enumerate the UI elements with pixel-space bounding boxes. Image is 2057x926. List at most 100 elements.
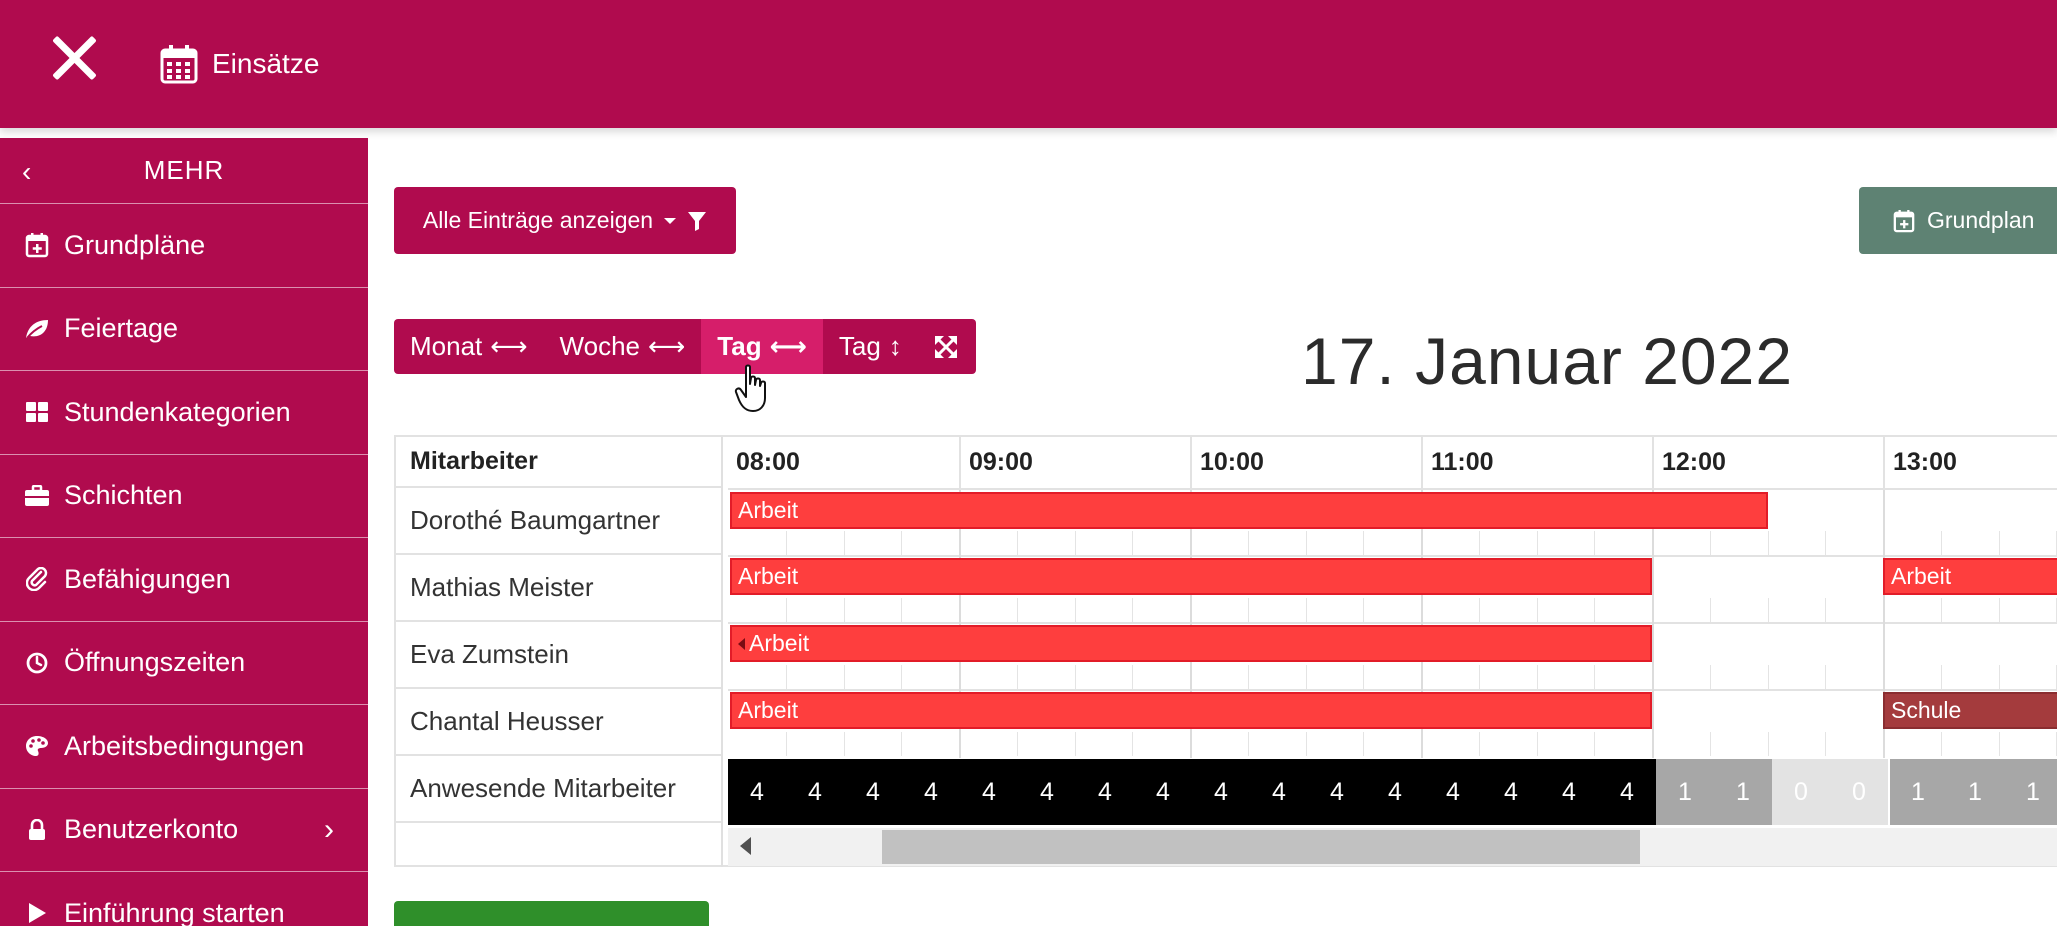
- horizontal-scrollbar[interactable]: [728, 828, 2057, 866]
- sidebar-item-label: Arbeitsbedingungen: [64, 730, 305, 761]
- paperclip-icon: [24, 566, 50, 592]
- calendar-plus-icon: [1893, 209, 1915, 232]
- employee-name: Chantal Heusser: [396, 689, 721, 756]
- grundplan-button[interactable]: Grundplan: [1859, 187, 2057, 254]
- main-content: Alle Einträge anzeigen Grundplan Monat ⟷…: [368, 128, 2057, 926]
- present-count-cell: 4: [844, 759, 902, 825]
- present-count-cell: 4: [960, 759, 1018, 825]
- close-icon[interactable]: [46, 30, 102, 86]
- chevron-left-icon[interactable]: ‹: [22, 156, 32, 188]
- hour-header: 13:00: [1883, 437, 2057, 488]
- grid-icon: [24, 399, 50, 425]
- timeline: 08:00 09:00 10:00 11:00 12:00 13:00 Arbe…: [728, 437, 2057, 867]
- calendar-plus-icon: [24, 232, 50, 258]
- sidebar-item-label: Öffnungszeiten: [64, 647, 246, 678]
- view-month-label: Monat: [410, 331, 483, 361]
- view-day-horizontal-label: Tag: [717, 331, 762, 361]
- hand-cursor-icon: [734, 364, 766, 412]
- green-action-button[interactable]: [394, 901, 709, 926]
- present-count-cell: 4: [1250, 759, 1308, 825]
- entry-label: Schule: [1891, 697, 1962, 723]
- scroll-left-arrow-icon[interactable]: [740, 837, 751, 855]
- entry-bar-school[interactable]: Schule: [1883, 692, 2057, 729]
- resize-handle-icon[interactable]: [738, 637, 745, 650]
- present-count-cell: 4: [1076, 759, 1134, 825]
- filter-icon: [688, 211, 707, 231]
- schedule-grid: Mitarbeiter Dorothé Baumgartner Mathias …: [394, 435, 2057, 867]
- sidebar-item-label: Befähigungen: [64, 563, 231, 594]
- present-count-cell: 4: [728, 759, 786, 825]
- sidebar-item-stundenkategorien[interactable]: Stundenkategorien: [0, 371, 368, 455]
- fullscreen-button[interactable]: [918, 319, 976, 374]
- hour-header: 08:00: [736, 448, 800, 476]
- employee-column-header: Mitarbeiter: [396, 437, 721, 488]
- present-count-cell: 1: [1656, 759, 1714, 825]
- employee-name: Eva Zumstein: [396, 622, 721, 689]
- sidebar-item-benutzerkonto[interactable]: Benutzerkonto ›: [0, 789, 368, 872]
- date-title: 17. Januar 2022: [1301, 324, 1794, 398]
- entry-label: Arbeit: [738, 497, 799, 523]
- present-count-cell: 4: [1192, 759, 1250, 825]
- present-counts-row: 44444444444444441100111: [728, 759, 2057, 825]
- present-count-cell: 4: [1366, 759, 1424, 825]
- present-count-cell: 4: [902, 759, 960, 825]
- present-count-cell: 4: [1424, 759, 1482, 825]
- caret-down-icon: [664, 217, 677, 224]
- sidebar-item-grundplaene[interactable]: Grundpläne: [0, 204, 368, 288]
- entry-bar-work[interactable]: Arbeit: [730, 492, 1768, 529]
- sidebar-item-feiertage[interactable]: Feiertage: [0, 288, 368, 371]
- lock-icon: [24, 817, 50, 843]
- sidebar-item-schichten[interactable]: Schichten: [0, 455, 368, 538]
- present-count-cell: 1: [2004, 759, 2057, 825]
- briefcase-icon: [24, 483, 50, 509]
- entry-label: Arbeit: [1891, 563, 1952, 589]
- play-icon: [24, 900, 50, 926]
- calendar-icon: [160, 45, 198, 84]
- palette-icon: [24, 733, 50, 759]
- sidebar: ‹ MEHR Grundpläne Feiertage Stundenkateg…: [0, 138, 368, 926]
- scroll-thumb[interactable]: [882, 830, 1640, 864]
- sidebar-item-label: Feiertage: [64, 313, 179, 344]
- filter-dropdown-button[interactable]: Alle Einträge anzeigen: [394, 187, 736, 254]
- view-week-button[interactable]: Woche ⟷: [544, 319, 702, 374]
- sidebar-item-label: Benutzerkonto: [64, 814, 239, 845]
- entry-bar-work[interactable]: Arbeit: [730, 692, 1652, 729]
- sidebar-header[interactable]: ‹ MEHR: [0, 138, 368, 204]
- view-switcher: Monat ⟷ Woche ⟷ Tag ⟷ Tag ↕: [394, 319, 976, 374]
- sidebar-item-einfuehrung-starten[interactable]: Einführung starten: [0, 872, 368, 926]
- present-count-cell: 1: [1946, 759, 2004, 825]
- filter-button-label: Alle Einträge anzeigen: [422, 207, 654, 233]
- view-day-vertical-button[interactable]: Tag ↕: [823, 319, 918, 374]
- entry-label: Arbeit: [738, 563, 799, 589]
- hour-header: 12:00: [1652, 437, 1883, 488]
- present-employees-label: Anwesende Mitarbeiter: [396, 756, 721, 823]
- present-count-cell: 1: [1888, 759, 1946, 825]
- arrows-horizontal-icon: ⟷: [648, 331, 686, 361]
- employee-name: Dorothé Baumgartner: [396, 488, 721, 555]
- entry-label: Arbeit: [749, 630, 810, 656]
- employee-column: Mitarbeiter Dorothé Baumgartner Mathias …: [396, 437, 723, 867]
- sidebar-item-label: Stundenkategorien: [64, 396, 291, 427]
- app-title: Einsätze: [160, 40, 319, 88]
- employee-name: Mathias Meister: [396, 555, 721, 622]
- clock-icon: [24, 650, 50, 676]
- entry-bar-work[interactable]: Arbeit: [1883, 558, 2057, 595]
- expand-icon: [934, 335, 957, 358]
- sidebar-item-befaehigungen[interactable]: Befähigungen: [0, 538, 368, 622]
- entry-bar-work[interactable]: Arbeit: [730, 558, 1652, 595]
- sidebar-item-label: Grundpläne: [64, 229, 206, 260]
- top-bar: Einsätze: [0, 0, 2057, 128]
- hour-header: 11:00: [1421, 437, 1652, 488]
- view-month-button[interactable]: Monat ⟷: [394, 319, 544, 374]
- sidebar-item-label: Schichten: [64, 480, 183, 511]
- arrows-vertical-icon: ↕: [888, 331, 902, 361]
- sidebar-item-oeffnungszeiten[interactable]: Öffnungszeiten: [0, 622, 368, 705]
- hour-header: 10:00: [1190, 437, 1421, 488]
- present-count-cell: 4: [1018, 759, 1076, 825]
- entry-label: Arbeit: [738, 697, 799, 723]
- entry-bar-work[interactable]: Arbeit: [730, 625, 1652, 662]
- arrows-horizontal-icon: ⟷: [490, 331, 528, 361]
- leaf-icon: [24, 316, 50, 342]
- sidebar-item-arbeitsbedingungen[interactable]: Arbeitsbedingungen: [0, 705, 368, 789]
- view-day-vertical-label: Tag: [838, 331, 881, 361]
